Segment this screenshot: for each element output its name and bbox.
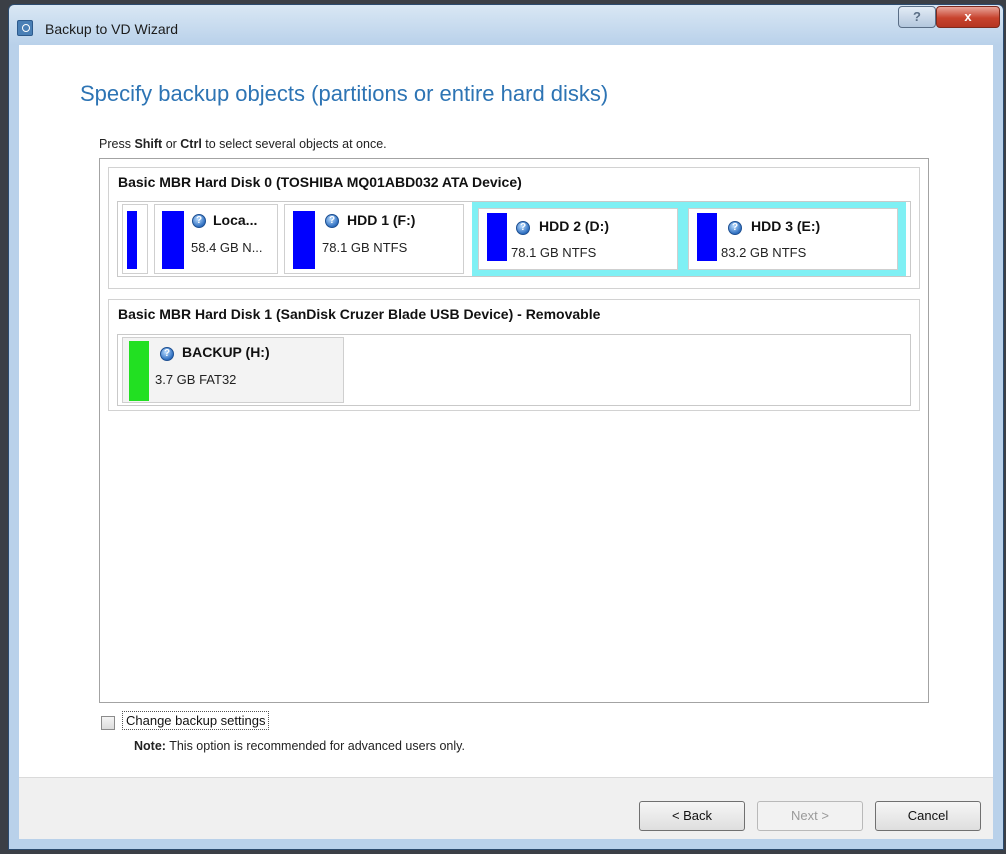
hint-suffix: to select several objects at once. <box>201 137 387 151</box>
partition-name: HDD 3 (E:) <box>751 218 821 234</box>
hint-shift-key: Shift <box>134 137 163 151</box>
wizard-window: Backup to VD Wizard ? x Specify backup o… <box>8 4 1004 850</box>
question-icon: ? <box>516 221 530 235</box>
cancel-button[interactable]: Cancel <box>875 801 981 831</box>
partition-hdd3-e[interactable]: ? HDD 3 (E:) 83.2 GB NTFS <box>688 208 898 270</box>
question-icon: ? <box>160 347 174 361</box>
selection-hint: Press Shift or Ctrl to select several ob… <box>99 137 387 151</box>
disk-0-partition-bar: ? Loca... 58.4 GB N... ? HDD 1 (F:) 78.1… <box>117 201 911 277</box>
button-bar: < Back Next > Cancel <box>19 777 993 839</box>
settings-note: Note: This option is recommended for adv… <box>134 739 465 753</box>
hint-prefix: Press <box>99 137 135 151</box>
help-button[interactable]: ? <box>898 6 936 28</box>
disk-1-title[interactable]: Basic MBR Hard Disk 1 (SanDisk Cruzer Bl… <box>118 306 600 322</box>
page-title: Specify backup objects (partitions or en… <box>80 81 609 106</box>
question-icon: ? <box>192 214 206 228</box>
change-settings-label[interactable]: Change backup settings <box>122 711 270 730</box>
partition-backup-h[interactable]: ? BACKUP (H:) 3.7 GB FAT32 <box>122 337 344 403</box>
partition-name: HDD 1 (F:) <box>347 212 416 228</box>
partition-info: 58.4 GB N... <box>191 240 263 255</box>
title-bar: Backup to VD Wizard ? x <box>9 5 1003 49</box>
disk-1-partition-bar: ? BACKUP (H:) 3.7 GB FAT32 <box>117 334 911 406</box>
back-button[interactable]: < Back <box>639 801 745 831</box>
disk-1-group[interactable]: Basic MBR Hard Disk 1 (SanDisk Cruzer Bl… <box>108 299 920 411</box>
partition-color-swatch <box>127 211 137 269</box>
partition-hdd1-f[interactable]: ? HDD 1 (F:) 78.1 GB NTFS <box>284 204 464 274</box>
partition-system-reserved[interactable] <box>122 204 148 274</box>
disk-0-group[interactable]: Basic MBR Hard Disk 0 (TOSHIBA MQ01ABD03… <box>108 167 920 289</box>
note-text: This option is recommended for advanced … <box>165 739 465 753</box>
hint-or: or <box>162 137 181 151</box>
question-icon: ? <box>728 221 742 235</box>
partition-info: 78.1 GB NTFS <box>322 240 408 255</box>
partition-color-swatch <box>487 213 507 261</box>
hint-ctrl-key: Ctrl <box>180 137 202 151</box>
note-label: Note: <box>134 739 166 753</box>
close-button[interactable]: x <box>936 6 1000 28</box>
change-settings-checkbox[interactable] <box>101 716 115 730</box>
window-title: Backup to VD Wizard <box>45 21 179 37</box>
backup-objects-panel[interactable]: Basic MBR Hard Disk 0 (TOSHIBA MQ01ABD03… <box>99 158 929 703</box>
wizard-content: Specify backup objects (partitions or en… <box>19 45 993 777</box>
partition-name: Loca... <box>213 212 258 228</box>
disk-0-title[interactable]: Basic MBR Hard Disk 0 (TOSHIBA MQ01ABD03… <box>118 174 522 190</box>
next-button[interactable]: Next > <box>757 801 863 831</box>
partition-info: 3.7 GB FAT32 <box>155 372 237 387</box>
partition-color-swatch <box>697 213 717 261</box>
partition-color-swatch <box>162 211 184 269</box>
partition-color-swatch <box>129 341 149 401</box>
wizard-icon <box>17 20 33 36</box>
partition-info: 83.2 GB NTFS <box>721 245 807 260</box>
partition-info: 78.1 GB NTFS <box>511 245 597 260</box>
partition-color-swatch <box>293 211 315 269</box>
partition-name: BACKUP (H:) <box>182 344 270 360</box>
partition-local[interactable]: ? Loca... 58.4 GB N... <box>154 204 278 274</box>
partition-name: HDD 2 (D:) <box>539 218 609 234</box>
question-icon: ? <box>325 214 339 228</box>
partition-hdd2-d[interactable]: ? HDD 2 (D:) 78.1 GB NTFS <box>478 208 678 270</box>
